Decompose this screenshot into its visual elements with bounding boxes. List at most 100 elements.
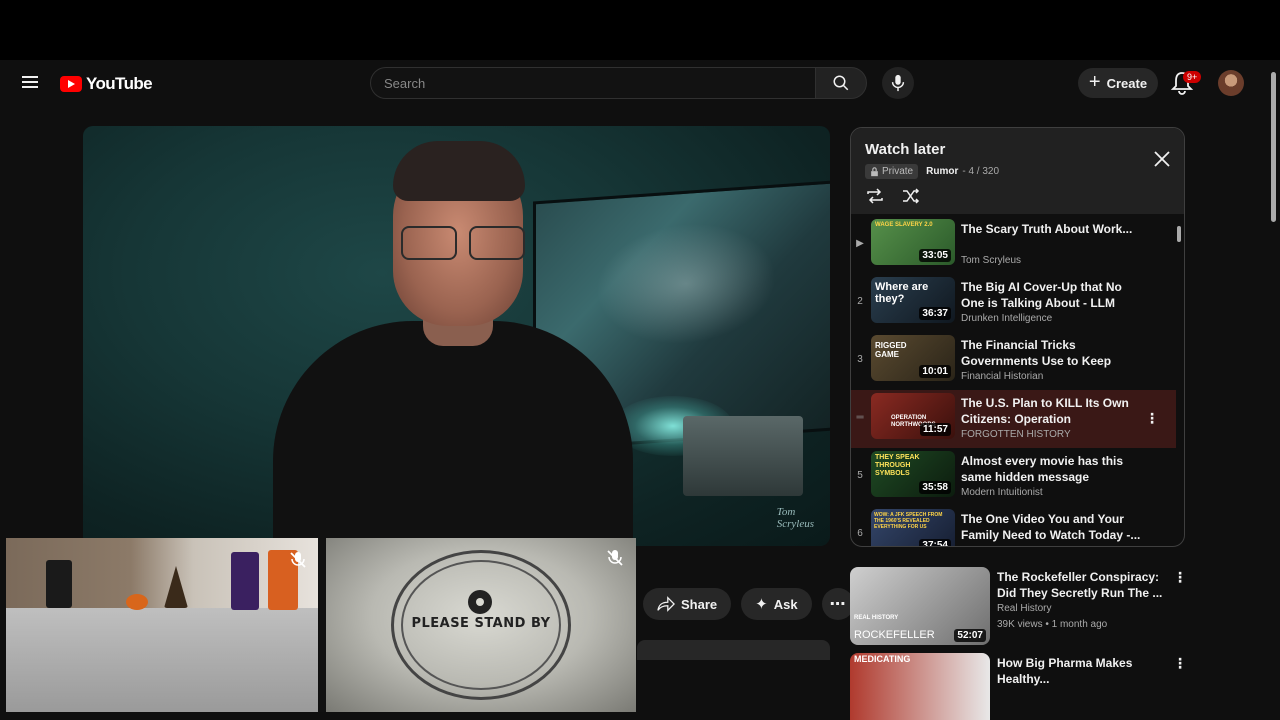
more-vertical-icon[interactable]: ⋮ — [1173, 655, 1187, 672]
thumbnail-text: WOW: A JFK SPEECH FROM THE 1960'S REVEAL… — [874, 512, 943, 530]
search-input[interactable] — [371, 68, 815, 98]
playlist-position: - 4 / 320 — [962, 166, 1000, 177]
youtube-app: YouTube + Create 9+ Tom Scryleus — [0, 60, 1280, 720]
thumbnail-text: THEY SPEAK THROUGH SYMBOLS — [875, 454, 920, 477]
thumbnail-text: MEDICATING — [854, 654, 911, 664]
background-computer — [683, 416, 803, 496]
thumbnail-text: ROCKEFELLER — [854, 629, 935, 641]
overlay-divider — [318, 538, 326, 712]
item-title: Almost every movie has this same hidden … — [961, 454, 1124, 484]
description-box[interactable] — [637, 640, 830, 660]
room-floor — [6, 608, 318, 712]
playlist-scroll-thumb[interactable] — [1177, 226, 1181, 242]
close-icon[interactable] — [1151, 148, 1173, 170]
voice-search-button[interactable] — [882, 67, 914, 99]
share-label: Share — [681, 596, 718, 612]
thumbnail-text: RIGGED GAME — [875, 341, 907, 359]
youtube-play-icon — [60, 76, 82, 92]
ask-button[interactable]: ✦ Ask — [741, 588, 812, 620]
witch-figure — [231, 552, 259, 610]
item-channel: Drunken Intelligence — [961, 313, 1053, 324]
drag-handle-icon[interactable]: ═ — [853, 412, 867, 423]
playlist-scrollbar[interactable] — [1176, 218, 1182, 546]
page-scroll-thumb[interactable] — [1271, 72, 1276, 222]
recommended-video[interactable]: MEDICATING How Big Pharma Makes Healthy.… — [850, 653, 1270, 720]
watch-later-playlist-panel: Watch later Private Rumor - 4 / 320 ▶ WA… — [850, 127, 1185, 547]
playlist-title[interactable]: Watch later — [865, 141, 945, 158]
item-channel: Modern Intuitionist — [961, 487, 1043, 498]
playlist-item[interactable]: 5 THEY SPEAK THROUGH SYMBOLS 35:58 Almos… — [851, 448, 1176, 506]
muted-microphone-icon[interactable] — [288, 550, 308, 570]
masthead: YouTube + Create 9+ — [0, 60, 1280, 108]
thumbnail-text: WAGE SLAVERY 2.0 — [875, 222, 933, 228]
stand-by-text: PLEASE STAND BY — [411, 616, 551, 631]
search-button[interactable] — [815, 67, 867, 99]
item-thumbnail: Where are they? 36:37 — [871, 277, 955, 323]
page-scrollbar[interactable] — [1268, 60, 1280, 720]
recommended-video[interactable]: REAL HISTORY ROCKEFELLER 52:07 The Rocke… — [850, 567, 1270, 651]
duration-badge: 33:05 — [919, 249, 951, 262]
playlist-item[interactable]: 2 Where are they? 36:37 The Big AI Cover… — [851, 274, 1176, 332]
christmas-tree — [164, 566, 188, 608]
muted-microphone-icon[interactable] — [605, 548, 625, 568]
account-avatar[interactable] — [1218, 70, 1244, 96]
playlist-item[interactable]: 3 RIGGED GAME 10:01 The Financial Tricks… — [851, 332, 1176, 390]
item-title: The U.S. Plan to KILL Its Own Citizens: … — [961, 396, 1129, 426]
duration-badge: 11:57 — [919, 423, 951, 436]
recommended-channel[interactable]: Real History — [997, 603, 1051, 614]
playlist-owner[interactable]: Rumor — [926, 166, 958, 177]
recommended-thumbnail: REAL HISTORY ROCKEFELLER 52:07 — [850, 567, 990, 645]
playlist-controls — [865, 188, 921, 204]
more-horizontal-icon: ⋯ — [829, 596, 846, 613]
playlist-meta: Private Rumor - 4 / 320 — [865, 164, 999, 179]
microphone-icon — [891, 74, 905, 92]
playlist-items: ▶ WAGE SLAVERY 2.0 33:05 The Scary Truth… — [851, 216, 1184, 546]
thumbnail-text: Where are they? — [875, 281, 929, 305]
duration-badge: 35:58 — [919, 481, 951, 494]
duration-badge: 37:54 — [919, 539, 951, 546]
item-channel: Tom Scryleus — [961, 255, 1022, 266]
channel-watermark: Tom Scryleus — [777, 506, 814, 530]
item-thumbnail: THEY SPEAK THROUGH SYMBOLS 35:58 — [871, 451, 955, 497]
recommended-stats: 39K views • 1 month ago — [997, 619, 1108, 630]
more-vertical-icon[interactable]: ⋮ — [1145, 410, 1159, 427]
watermark-line-2: Scryleus — [776, 517, 814, 530]
privacy-label: Private — [882, 166, 914, 177]
loop-icon[interactable] — [865, 188, 885, 204]
youtube-logo[interactable]: YouTube — [60, 74, 153, 94]
pumpkin — [126, 594, 148, 610]
coffee-machine — [46, 560, 72, 608]
menu-icon — [22, 81, 38, 83]
stand-by-overlay[interactable]: PLEASE STAND BY — [326, 538, 636, 712]
create-button[interactable]: + Create — [1078, 68, 1158, 98]
webcam-overlay-room[interactable] — [6, 538, 318, 712]
share-button[interactable]: Share — [643, 588, 732, 620]
item-title: The Big AI Cover-Up that No One is Talki… — [961, 280, 1122, 310]
shuffle-icon[interactable] — [901, 188, 921, 204]
playlist-item[interactable]: 6 WOW: A JFK SPEECH FROM THE 1960'S REVE… — [851, 506, 1176, 546]
recommended-title: The Rockefeller Conspiracy: Did They Sec… — [997, 570, 1163, 600]
more-actions-button[interactable]: ⋯ — [821, 588, 854, 620]
item-index: 6 — [857, 528, 863, 539]
playlist-item[interactable]: ▶ WAGE SLAVERY 2.0 33:05 The Scary Truth… — [851, 216, 1176, 274]
item-title: The One Video You and Your Family Need t… — [961, 512, 1141, 542]
ask-label: Ask — [773, 596, 798, 612]
item-index: ▶ — [856, 238, 864, 249]
plus-icon: + — [1088, 71, 1101, 93]
playlist-item-current[interactable]: ═ OPERATION NORTHWOODS 11:57 The U.S. Pl… — [851, 390, 1176, 448]
item-channel: FORGOTTEN HISTORY — [961, 429, 1071, 440]
more-vertical-icon[interactable]: ⋮ — [1173, 569, 1187, 586]
item-thumbnail: WOW: A JFK SPEECH FROM THE 1960'S REVEAL… — [871, 509, 955, 546]
create-label: Create — [1106, 75, 1148, 91]
duration-badge: 36:37 — [919, 307, 951, 320]
playlist-header: Watch later Private Rumor - 4 / 320 — [851, 128, 1184, 214]
duration-badge: 10:01 — [919, 365, 951, 378]
item-title: The Financial Tricks Governments Use to … — [961, 338, 1112, 368]
item-thumbnail: OPERATION NORTHWOODS 11:57 — [871, 393, 955, 439]
logo-text: YouTube — [86, 74, 153, 93]
video-player[interactable]: Tom Scryleus — [83, 126, 830, 546]
item-thumbnail: RIGGED GAME 10:01 — [871, 335, 955, 381]
item-channel: Financial Historian — [961, 371, 1044, 382]
hamburger-menu-button[interactable] — [16, 68, 44, 96]
thumbnail-brand: REAL HISTORY — [854, 615, 899, 621]
